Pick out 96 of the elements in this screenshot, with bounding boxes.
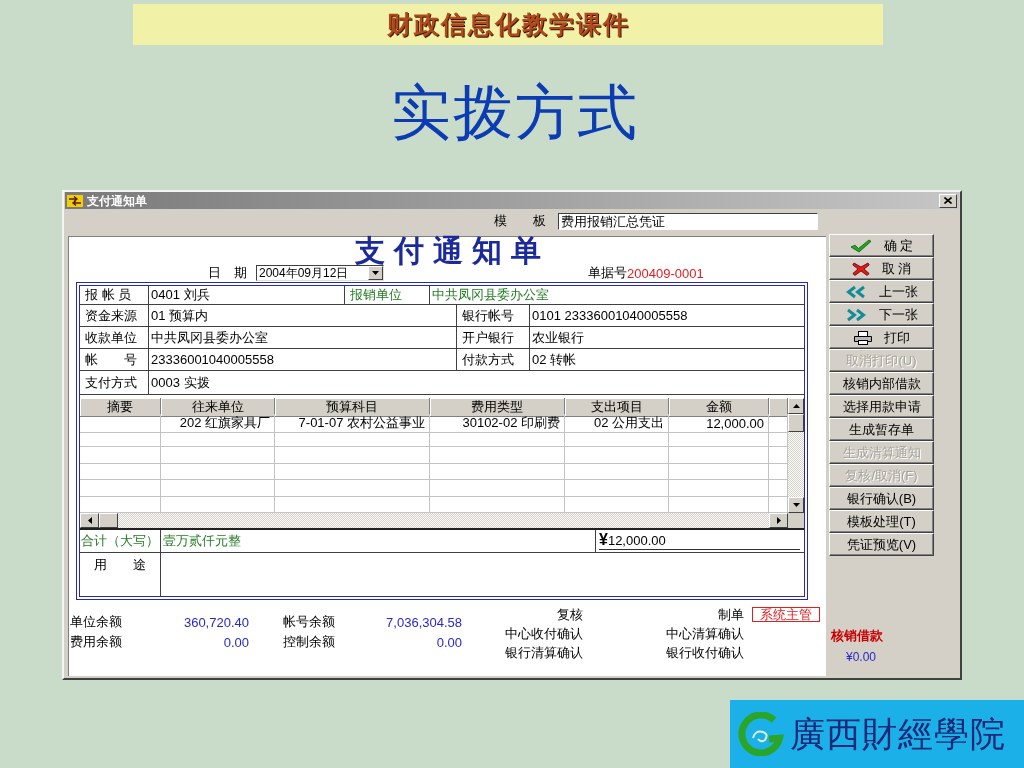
template-label: 模 板	[494, 212, 546, 230]
swap-arrows-icon	[67, 194, 83, 207]
number-value: 200409-0001	[627, 265, 704, 281]
column-header: 支出项目	[565, 398, 669, 417]
action-button[interactable]: 模板处理(T)	[829, 510, 934, 533]
scroll-left-button[interactable]	[80, 513, 99, 528]
logo-text: 廣西財經學院	[790, 712, 1006, 756]
write-off-amount: ¥0.00	[846, 650, 877, 664]
table-cell: 02 公用支出	[565, 414, 669, 433]
print-button[interactable]: 打印	[829, 326, 934, 349]
signature-label: 制单	[718, 605, 744, 624]
scrollbar-thumb[interactable]	[788, 414, 804, 432]
previous-button[interactable]: 上一张	[829, 280, 934, 303]
field-value: 农业银行	[531, 328, 585, 347]
window-title: 支付通知单	[87, 193, 147, 208]
balance-label: 费用余额	[70, 633, 122, 651]
slide-title: 实拨方式	[390, 77, 639, 147]
balance-value: 360,720.40	[183, 614, 249, 630]
dropdown-button[interactable]	[368, 266, 383, 280]
balance-value: 0.00	[436, 634, 462, 650]
scroll-down-button[interactable]	[788, 497, 804, 513]
date-field[interactable]: 2004年09月12日	[256, 265, 384, 281]
table-cell: 30102-02 印刷费	[430, 414, 565, 433]
signature-label: 银行清算确认	[505, 643, 583, 662]
left-arrow-icon	[87, 517, 92, 524]
field-value: 0003 实拨	[150, 373, 211, 392]
caret-down-icon	[372, 271, 379, 275]
scroll-right-button[interactable]	[769, 513, 788, 528]
column-header: 摘要	[80, 398, 161, 417]
field-label: 支付方式	[80, 371, 149, 394]
vertical-scrollbar[interactable]	[788, 398, 804, 513]
field-label: 报销单位	[345, 286, 430, 304]
signature-label: 中心收付确认	[505, 624, 583, 643]
printer-icon	[853, 330, 872, 345]
double-left-chevron-icon	[845, 284, 867, 299]
table-cell: 202 红旗家具厂	[161, 414, 275, 433]
field-value: 01 预算内	[149, 305, 457, 326]
amount-in-words: 壹万贰仟元整	[161, 530, 596, 552]
cross-icon	[851, 261, 870, 276]
field-value: 中共凤冈县委办公室	[149, 327, 457, 348]
signature-label: 银行收付确认	[666, 643, 744, 662]
table-cell: 12,000.00	[669, 414, 769, 433]
close-icon	[944, 197, 952, 204]
balance-label: 帐号余额	[283, 613, 335, 631]
field-value: 0101 23336001040005558	[531, 307, 689, 325]
close-button[interactable]	[939, 193, 957, 208]
field-value: 中共凤冈县委办公室	[431, 286, 550, 304]
column-header	[769, 398, 788, 417]
confirm-button[interactable]: 确 定	[829, 234, 934, 257]
template-field[interactable]: 费用报销汇总凭证	[558, 212, 818, 230]
action-button[interactable]: 选择用款申请	[829, 395, 934, 418]
scroll-up-button[interactable]	[788, 398, 804, 414]
table-cell: 7-01-07 农村公益事业	[275, 414, 430, 433]
field-label: 收款单位	[80, 327, 149, 348]
purpose-label: 用 途	[80, 553, 161, 596]
balance-value: 0.00	[223, 634, 249, 650]
voucher-heading: 支付通知单	[354, 237, 550, 265]
total-label: 合计（大写）	[80, 530, 161, 552]
field-label: 帐 号	[80, 349, 149, 370]
signature-label: 复核	[557, 605, 583, 624]
column-header: 金额	[669, 398, 769, 417]
logo-icon	[738, 712, 784, 756]
field-value: 02 转帐	[531, 350, 578, 369]
balance-value: 7,036,304.58	[386, 614, 462, 630]
action-button[interactable]: 核销内部借款	[829, 372, 934, 395]
action-button[interactable]: 银行确认(B)	[829, 487, 934, 510]
balance-label: 控制余额	[283, 633, 335, 651]
up-arrow-icon	[792, 404, 800, 408]
right-arrow-icon	[776, 517, 781, 524]
field-label: 资金来源	[80, 305, 149, 326]
field-label: 报 帐 员	[80, 286, 149, 304]
total-amount: ¥12,000.00	[599, 532, 800, 550]
field-value: 23336001040005558	[149, 349, 457, 370]
signature-value: 系统主管	[752, 607, 820, 622]
action-button[interactable]: 生成暂存单	[829, 418, 934, 441]
field-label: 开户银行	[457, 327, 530, 348]
check-icon	[849, 238, 872, 253]
write-off-label: 核销借款	[831, 627, 883, 645]
column-header: 往来单位	[161, 398, 275, 417]
scrollbar-thumb[interactable]	[99, 513, 118, 528]
column-header: 费用类型	[430, 398, 565, 417]
field-label: 付款方式	[457, 349, 530, 370]
horizontal-scrollbar[interactable]	[80, 513, 788, 528]
signature-label: 中心清算确认	[666, 624, 744, 643]
double-right-chevron-icon	[845, 307, 867, 322]
date-label: 日 期	[208, 264, 247, 282]
column-header: 预算科目	[275, 398, 430, 417]
action-button[interactable]: 凭证预览(V)	[829, 533, 934, 556]
number-label: 单据号	[588, 264, 627, 282]
cancel-button[interactable]: 取 消	[829, 257, 934, 280]
down-arrow-icon	[792, 503, 800, 507]
field-label: 银行帐号	[457, 305, 530, 326]
field-value: 0401 刘兵	[149, 286, 345, 304]
balance-label: 单位余额	[70, 613, 122, 631]
next-button[interactable]: 下一张	[829, 303, 934, 326]
course-banner: 财政信息化教学课件	[133, 4, 883, 45]
